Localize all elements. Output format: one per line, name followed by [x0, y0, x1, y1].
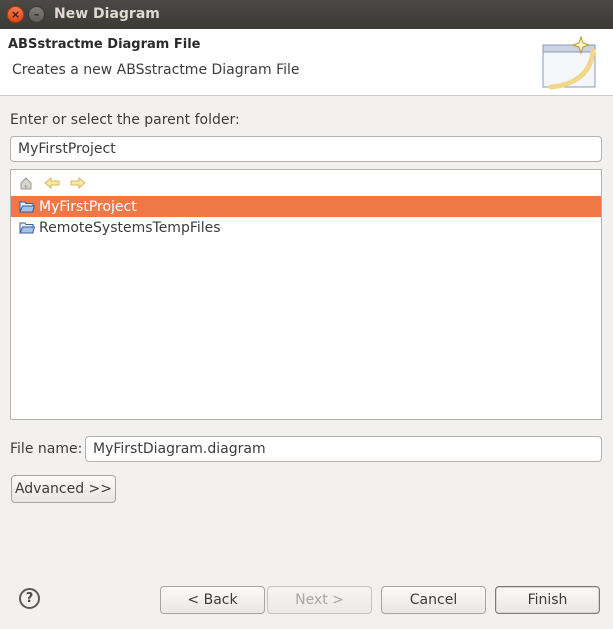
- tree-item-label: MyFirstProject: [39, 198, 137, 215]
- cancel-button[interactable]: Cancel: [381, 586, 486, 614]
- finish-button[interactable]: Finish: [495, 586, 600, 614]
- advanced-button[interactable]: Advanced >>: [11, 475, 116, 503]
- next-button: Next >: [267, 586, 372, 614]
- parent-folder-label: Enter or select the parent folder:: [10, 112, 240, 128]
- wizard-page-title: ABSstractme Diagram File: [8, 37, 201, 52]
- open-folder-icon: [19, 220, 37, 236]
- open-folder-icon: [19, 199, 37, 215]
- wizard-page-description: Creates a new ABSstractme Diagram File: [12, 62, 300, 78]
- home-icon[interactable]: [17, 174, 35, 192]
- title-bar: × – New Diagram: [0, 0, 613, 29]
- window-title: New Diagram: [54, 6, 160, 22]
- help-icon[interactable]: ?: [19, 588, 40, 609]
- tree-item-remotesystemstempfiles[interactable]: RemoteSystemsTempFiles: [11, 217, 601, 238]
- back-arrow-icon[interactable]: [43, 174, 61, 192]
- tree-toolbar: [11, 170, 601, 195]
- close-window-button[interactable]: ×: [7, 6, 24, 23]
- back-button[interactable]: < Back: [160, 586, 265, 614]
- wizard-banner: ABSstractme Diagram File Creates a new A…: [0, 29, 613, 96]
- parent-folder-input[interactable]: [10, 136, 602, 162]
- tree-item-label: RemoteSystemsTempFiles: [39, 219, 221, 236]
- close-icon: ×: [10, 8, 21, 21]
- tree-item-myfirstproject[interactable]: MyFirstProject: [11, 196, 601, 217]
- minimize-icon: –: [33, 8, 40, 21]
- new-file-wizard-icon: [542, 35, 596, 90]
- file-name-label: File name:: [10, 441, 83, 457]
- folder-tree[interactable]: MyFirstProject RemoteSystemsTempFiles: [10, 169, 602, 420]
- minimize-window-button[interactable]: –: [28, 6, 45, 23]
- forward-arrow-icon[interactable]: [69, 174, 87, 192]
- file-name-input[interactable]: [85, 436, 602, 462]
